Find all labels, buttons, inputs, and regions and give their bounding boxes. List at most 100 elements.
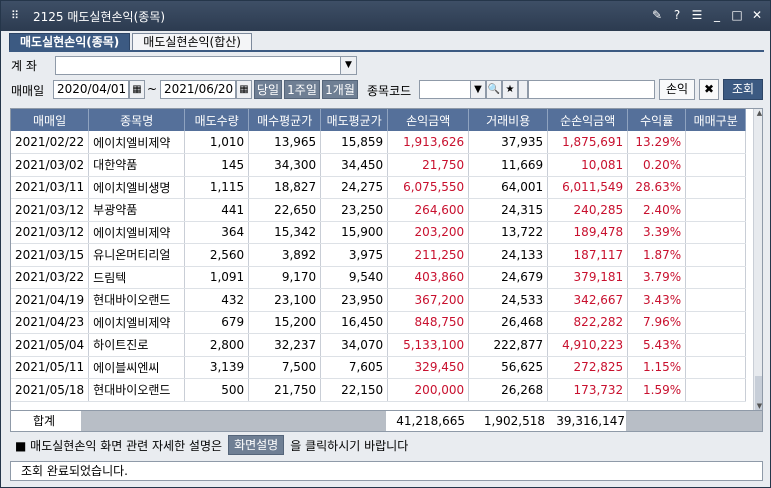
table-cell: 3.39% xyxy=(627,221,687,244)
table-cell: 23,100 xyxy=(248,288,322,312)
col-header[interactable]: 매매일 xyxy=(11,109,90,131)
clear-icon[interactable]: ✖ xyxy=(699,79,719,100)
table-row[interactable]: 2021/05/04 하이트진로 2,800 32,237 34,070 5,133,10… xyxy=(11,333,747,357)
table-cell: 7.96% xyxy=(627,311,687,334)
pnl-table: 매매일 종목명 매도수량 매수평균가 매도평균가 손익금액 거래비용 순손익금액… xyxy=(10,108,763,411)
table-cell: 9,170 xyxy=(248,266,322,289)
col-header[interactable]: 매수평균가 xyxy=(248,109,322,131)
vertical-scrollbar[interactable]: ▲ ▼ xyxy=(753,109,762,410)
stock-name-input[interactable] xyxy=(528,80,655,99)
table-cell: 37,935 xyxy=(468,131,549,154)
scroll-up-icon[interactable]: ▲ xyxy=(755,109,762,119)
calendar-icon[interactable]: ▦ xyxy=(236,80,252,99)
table-cell: 에이치엘비생명 xyxy=(88,176,186,199)
col-header[interactable]: 매도수량 xyxy=(184,109,250,131)
table-cell: 2021/02/22 xyxy=(11,131,90,154)
table-row[interactable]: 2021/03/12 부광약품 441 22,650 23,250 264,600 24,3… xyxy=(11,198,747,222)
table-cell: 유니온머티리얼 xyxy=(88,243,186,267)
table-cell: 34,070 xyxy=(320,333,389,357)
table-row[interactable]: 2021/03/02 대한약품 145 34,300 34,450 21,750 11,66… xyxy=(11,153,747,177)
table-cell: 56,625 xyxy=(468,356,549,379)
table-cell: 에이블씨엔씨 xyxy=(88,356,186,379)
date-from-input[interactable]: 2020/04/01 xyxy=(53,80,129,99)
table-cell: 에이치엘비제약 xyxy=(88,221,186,244)
table-row[interactable]: 2021/05/11 에이블씨엔씨 3,139 7,500 7,605 329,450 56… xyxy=(11,356,747,379)
tab-sell-pnl-summary[interactable]: 매도실현손익(합산) xyxy=(132,33,252,51)
table-cell: 2,800 xyxy=(184,333,250,357)
table-cell: 2021/05/11 xyxy=(11,356,90,379)
table-cell: 15,342 xyxy=(248,221,322,244)
one-week-button[interactable]: 1주일 xyxy=(284,80,320,99)
table-row[interactable]: 2021/04/19 현대바이오랜드 432 23,100 23,950 367,200 2… xyxy=(11,288,747,312)
table-cell: 5.43% xyxy=(627,333,687,357)
help-icon[interactable]: ? xyxy=(670,8,684,22)
col-header[interactable]: 거래비용 xyxy=(468,109,549,131)
table-row[interactable]: 2021/03/22 드림텍 1,091 9,170 9,540 403,860 24,67… xyxy=(11,266,747,289)
table-cell xyxy=(685,356,747,379)
table-cell: 822,282 xyxy=(547,311,629,334)
table-cell: 24,133 xyxy=(468,243,549,267)
table-row[interactable]: 2021/02/22 에이치엘비제약 1,010 13,965 15,859 1,913,… xyxy=(11,131,747,154)
totals-cost: 1,902,518 xyxy=(483,414,545,428)
screen-help-button[interactable]: 화면설명 xyxy=(228,435,285,455)
maximize-icon[interactable]: □ xyxy=(730,8,744,22)
table-row[interactable]: 2021/03/15 유니온머티리얼 2,560 3,892 3,975 211,250 2… xyxy=(11,243,747,267)
table-cell: 5,133,100 xyxy=(387,333,470,357)
minimize-icon[interactable]: _ xyxy=(710,8,724,22)
table-cell: 13.29% xyxy=(627,131,687,154)
col-header[interactable]: 순손익금액 xyxy=(547,109,629,131)
table-cell: 432 xyxy=(184,288,250,312)
calendar-icon[interactable]: ▦ xyxy=(129,80,145,99)
search-button[interactable]: 조회 xyxy=(723,79,763,100)
table-cell: 1.15% xyxy=(627,356,687,379)
col-header[interactable]: 수익률 xyxy=(627,109,687,131)
date-to-input[interactable]: 2021/06/20 xyxy=(160,80,236,99)
table-cell: 6,011,549 xyxy=(547,176,629,199)
tab-sell-pnl-by-stock[interactable]: 매도실현손익(종목) xyxy=(9,33,131,51)
menu-icon[interactable]: ⠿ xyxy=(11,9,25,23)
one-month-button[interactable]: 1개월 xyxy=(322,80,358,99)
stock-code-input[interactable] xyxy=(419,80,471,99)
table-cell: 에이치엘비제약 xyxy=(88,311,186,334)
table-cell: 34,300 xyxy=(248,153,322,177)
table-cell: 200,000 xyxy=(387,378,470,402)
stock-code-label: 종목코드 xyxy=(367,84,412,98)
chevron-down-icon[interactable]: ▼ xyxy=(340,57,356,74)
title-bar: ⠿ 2125 매도실현손익(종목) ✎ ? ☰ _ □ ✕ xyxy=(1,1,770,31)
star-icon[interactable]: ★ xyxy=(502,80,518,99)
tab-underline xyxy=(9,50,764,52)
pnl-button[interactable]: 손익 xyxy=(659,79,695,100)
table-cell: 441 xyxy=(184,198,250,222)
table-row[interactable]: 2021/04/23 에이치엘비제약 679 15,200 16,450 848,750 2… xyxy=(11,311,747,334)
today-button[interactable]: 당일 xyxy=(254,80,282,99)
settings-icon[interactable]: ☰ xyxy=(690,8,704,22)
table-row[interactable]: 2021/03/12 에이치엘비제약 364 15,342 15,900 203,200 1… xyxy=(11,221,747,244)
table-row[interactable]: 2021/05/18 현대바이오랜드 500 21,750 22,150 200,000 2… xyxy=(11,378,747,402)
chevron-down-icon[interactable]: ▼ xyxy=(470,80,486,99)
account-select[interactable]: ▼ xyxy=(55,56,357,75)
table-cell: 23,250 xyxy=(320,198,389,222)
table-cell xyxy=(685,266,747,289)
table-cell: 13,722 xyxy=(468,221,549,244)
table-cell: 18,827 xyxy=(248,176,322,199)
pin-icon[interactable]: ✎ xyxy=(650,8,664,22)
table-cell: 364 xyxy=(184,221,250,244)
table-cell: 2021/03/02 xyxy=(11,153,90,177)
col-header[interactable]: 종목명 xyxy=(88,109,186,131)
table-cell: 2021/05/04 xyxy=(11,333,90,357)
table-cell: 32,237 xyxy=(248,333,322,357)
table-cell xyxy=(685,221,747,244)
col-header[interactable]: 매매구분 xyxy=(685,109,747,131)
table-cell: 2021/03/12 xyxy=(11,221,90,244)
totals-row: 합계 41,218,665 1,902,518 39,316,147 xyxy=(10,410,763,432)
table-cell: 4,910,223 xyxy=(547,333,629,357)
col-header[interactable]: 매도평균가 xyxy=(320,109,389,131)
table-row[interactable]: 2021/03/11 에이치엘비생명 1,115 18,827 24,275 6,075,… xyxy=(11,176,747,199)
table-cell: 10,081 xyxy=(547,153,629,177)
col-header[interactable]: 손익금액 xyxy=(387,109,470,131)
close-icon[interactable]: ✕ xyxy=(750,8,764,22)
search-icon[interactable]: 🔍 xyxy=(486,80,502,99)
table-cell xyxy=(685,176,747,199)
table-cell: 23,950 xyxy=(320,288,389,312)
table-cell: 187,117 xyxy=(547,243,629,267)
